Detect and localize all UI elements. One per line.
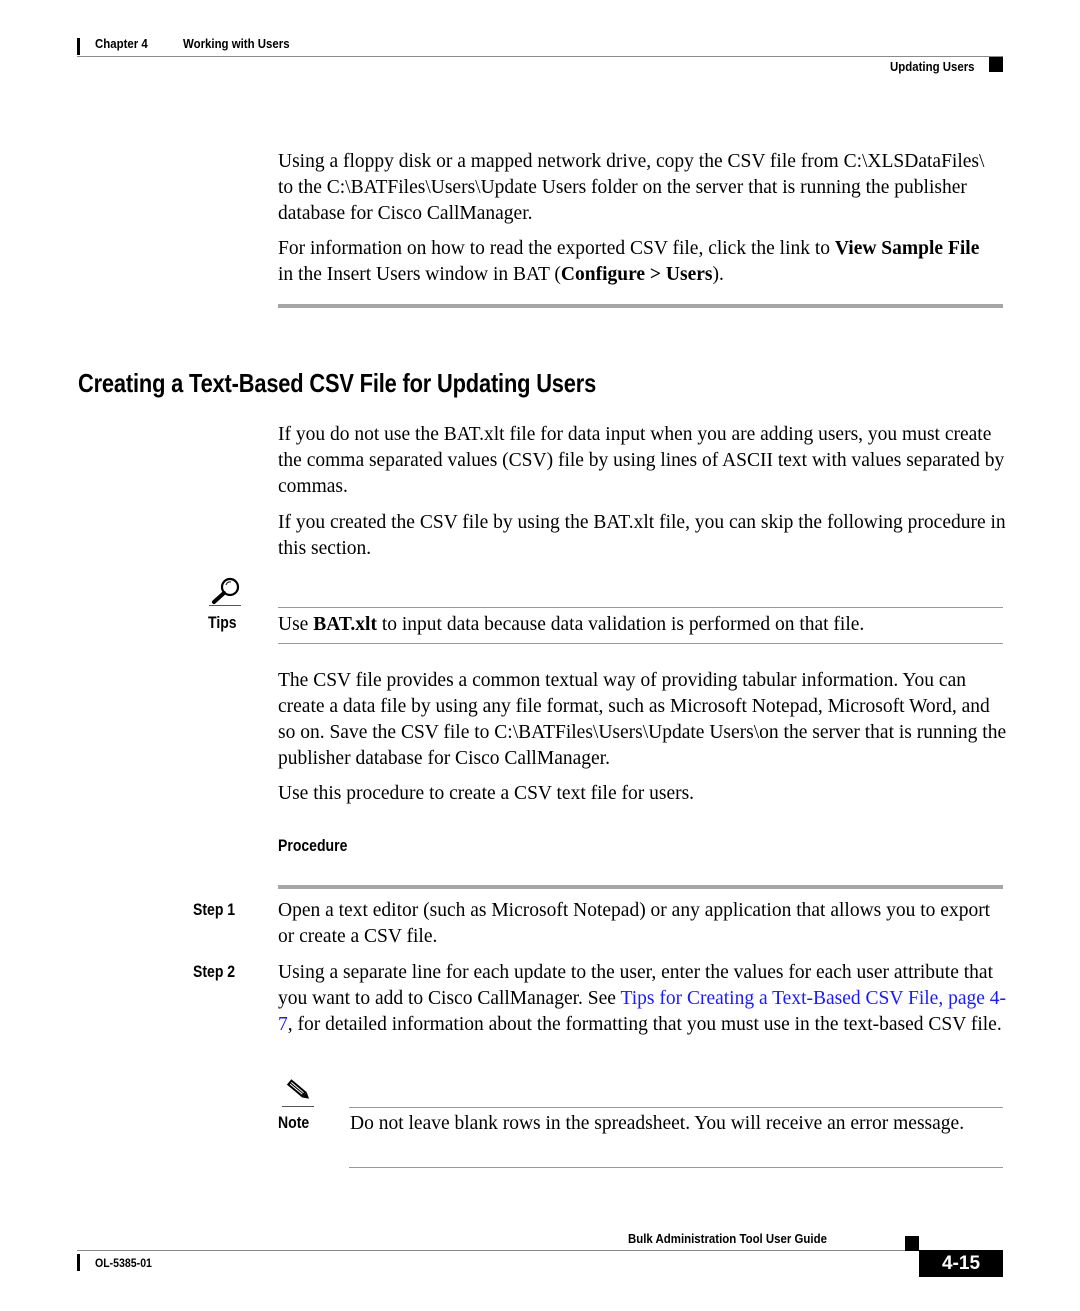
view-sample-file-ref: View Sample File	[834, 238, 980, 259]
footer-guide-title: Bulk Administration Tool User Guide	[628, 1231, 827, 1246]
footer-doc-number: OL-5385-01	[95, 1256, 152, 1270]
intro-end-rule	[278, 304, 1003, 308]
intro-p2-text-middle: in the Insert Users window in BAT (	[278, 264, 561, 285]
tip-top-rule	[278, 607, 1003, 608]
footer-left-bar	[77, 1254, 80, 1271]
note-text: Do not leave blank rows in the spreadshe…	[350, 1113, 965, 1134]
page-number-box: 4-15	[919, 1250, 1003, 1277]
procedure-rule	[278, 885, 1003, 889]
procedure-heading: Procedure	[278, 837, 348, 855]
header-chapter-label: Chapter 4	[95, 36, 148, 51]
tip-label: Tips	[208, 614, 237, 632]
section-paragraph-1: If you do not use the BAT.xlt file for d…	[278, 424, 1005, 497]
section-paragraph-3: The CSV file provides a common textual w…	[278, 670, 1007, 769]
header-rule	[77, 56, 1003, 57]
note-bottom-rule	[349, 1167, 1003, 1168]
page-number: 4-15	[941, 1252, 981, 1274]
step-1-label: Step 1	[193, 901, 236, 919]
intro-paragraph-2: For information on how to read the expor…	[278, 236, 993, 288]
step-1-text: Open a text editor (such as Microsoft No…	[278, 900, 991, 947]
step-2-label: Step 2	[193, 963, 236, 981]
header-chapter-title: Working with Users	[183, 36, 290, 51]
section-paragraph-2: If you created the CSV file by using the…	[278, 512, 1006, 559]
section-title: Creating a Text-Based CSV File for Updat…	[78, 368, 597, 398]
tip-text-before: Use	[278, 614, 314, 635]
intro-p2-text-before: For information on how to read the expor…	[278, 238, 835, 259]
footer-marker	[905, 1236, 919, 1251]
header-left-bar	[77, 38, 80, 55]
tip-bottom-rule	[278, 643, 1003, 644]
note-label: Note	[278, 1114, 310, 1132]
tip-text: Use BAT.xlt to input data because data v…	[278, 612, 1008, 638]
note-top-rule	[349, 1107, 1003, 1108]
pencil-icon	[281, 1077, 315, 1107]
step-2-text: Using a separate line for each update to…	[278, 960, 1006, 1038]
tip-bat-xlt: BAT.xlt	[313, 614, 377, 635]
intro-paragraph-1: Using a floppy disk or a mapped network …	[278, 151, 985, 224]
intro-p2-text-after: ).	[712, 264, 724, 285]
tip-text-after: to input data because data validation is…	[376, 614, 865, 635]
footer-rule	[77, 1250, 905, 1251]
section-paragraph-4: Use this procedure to create a CSV text …	[278, 783, 695, 804]
configure-users-ref: Configure > Users	[560, 264, 713, 285]
magnifier-icon	[208, 576, 242, 606]
header-section-label: Updating Users	[890, 59, 975, 74]
step-2-text-after: , for detailed information about the for…	[287, 1014, 1002, 1035]
header-section-marker	[989, 57, 1003, 72]
